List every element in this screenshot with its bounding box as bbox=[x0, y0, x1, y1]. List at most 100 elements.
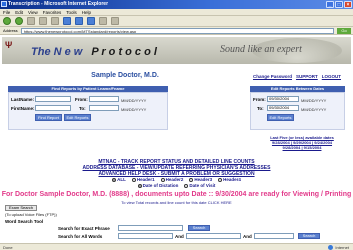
minimize-button[interactable]: _ bbox=[326, 1, 334, 8]
ready-message: For Doctor Sample Doctor, M.D. (8888) , … bbox=[1, 191, 352, 198]
window-title: Transcription - Microsoft Internet Explo… bbox=[8, 1, 109, 7]
radio-date-dictation-label: Date of Dictation bbox=[142, 183, 179, 188]
close-button[interactable]: × bbox=[344, 1, 352, 8]
edit-from-label: From: bbox=[253, 97, 266, 102]
radio-header3-control[interactable] bbox=[189, 177, 194, 182]
last-five-dates-line2[interactable]: 9/28/2004 | 9/15/2004 bbox=[262, 145, 342, 150]
last-five-dates: Last Five (or less) available dates 9/28… bbox=[262, 135, 342, 150]
home-icon[interactable] bbox=[51, 17, 59, 25]
radio-header3-label: Header3 bbox=[194, 177, 213, 182]
site-logo: The N e w P r o t o c o l bbox=[28, 46, 160, 58]
menu-help[interactable]: Help bbox=[82, 9, 91, 15]
page-content: Ψ The N e w P r o t o c o l Sound like a… bbox=[0, 35, 353, 243]
radio-header4[interactable]: Header4 bbox=[218, 177, 241, 182]
lastname-input[interactable] bbox=[35, 96, 71, 102]
all-words-label: Search for All Words bbox=[58, 234, 103, 239]
radio-header1-control[interactable] bbox=[131, 177, 136, 182]
change-password-link[interactable]: Change Password bbox=[253, 74, 292, 79]
radio-header4-control[interactable] bbox=[218, 177, 223, 182]
find-edit-reports-button[interactable]: Edit Reports bbox=[64, 114, 91, 121]
radio-header2-label: Header2 bbox=[165, 177, 184, 182]
and-label-2: And bbox=[243, 234, 252, 239]
header-filter-radios: ALL Header1 Header2 Header3 Header4 bbox=[0, 177, 353, 182]
radio-header2[interactable]: Header2 bbox=[160, 177, 184, 182]
favorites-icon[interactable] bbox=[75, 17, 83, 25]
radio-date-dictation[interactable]: Date of Dictation bbox=[137, 183, 179, 188]
site-banner: Ψ The N e w P r o t o c o l Sound like a… bbox=[2, 37, 351, 64]
go-button[interactable]: Go bbox=[337, 27, 351, 34]
firstname-label: FirstName: bbox=[11, 106, 35, 111]
ie-app-icon bbox=[1, 1, 7, 7]
window-titlebar: Transcription - Microsoft Internet Explo… bbox=[0, 0, 353, 9]
all-words-input-3[interactable] bbox=[254, 233, 294, 239]
menu-bar: File Edit View Favorites Tools Help bbox=[0, 9, 353, 16]
search-icon[interactable] bbox=[63, 17, 71, 25]
date-type-radios: Date of Dictation Date of Visit bbox=[0, 183, 353, 188]
forward-icon[interactable] bbox=[15, 17, 23, 25]
radio-date-visit[interactable]: Date of Visit bbox=[184, 183, 215, 188]
stop-icon[interactable] bbox=[27, 17, 35, 25]
radio-header1-label: Header1 bbox=[136, 177, 155, 182]
protocol-logo-icon: Ψ bbox=[5, 40, 13, 50]
banner-tagline: Sound like an expert bbox=[220, 44, 302, 55]
menu-tools[interactable]: Tools bbox=[66, 9, 77, 15]
account-links: Change Password SUPPORT LOGOUT bbox=[253, 74, 341, 79]
print-icon[interactable] bbox=[111, 17, 119, 25]
radio-date-visit-label: Date of Visit bbox=[189, 183, 216, 188]
radio-all-control[interactable] bbox=[112, 177, 117, 182]
status-bar: Done Internet bbox=[0, 243, 353, 250]
menu-view[interactable]: View bbox=[28, 9, 38, 15]
exact-phrase-label: Search for Exact Phrase bbox=[58, 226, 110, 231]
radio-header4-label: Header4 bbox=[223, 177, 241, 182]
find-panel: LastName: From: MM/DD/YYYY FirstName: To… bbox=[8, 92, 168, 130]
exact-phrase-input[interactable] bbox=[118, 225, 183, 231]
internet-zone-icon bbox=[328, 245, 334, 250]
address-bar: Address https://www.thenewprotocol.com/M… bbox=[0, 27, 353, 35]
status-text: Done bbox=[3, 244, 13, 250]
radio-all[interactable]: ALL bbox=[112, 177, 126, 182]
all-words-search-button[interactable]: Search bbox=[298, 233, 320, 239]
radio-header3[interactable]: Header3 bbox=[189, 177, 212, 182]
edit-reports-button[interactable]: Edit Reports bbox=[267, 114, 294, 121]
history-icon[interactable] bbox=[87, 17, 95, 25]
address-input[interactable]: https://www.thenewprotocol.com/MTSstanda… bbox=[20, 27, 334, 34]
edit-from-date-input[interactable]: 09/30/2004 bbox=[267, 96, 299, 102]
browser-toolbar bbox=[0, 16, 353, 27]
zone-label: Internet bbox=[335, 245, 349, 250]
address-label: Address bbox=[3, 28, 18, 33]
menu-favorites[interactable]: Favorites bbox=[43, 9, 62, 15]
radio-header2-control[interactable] bbox=[160, 177, 165, 182]
radio-date-visit-control[interactable] bbox=[184, 183, 189, 188]
find-to-date-input[interactable] bbox=[89, 105, 119, 111]
all-words-input-1[interactable] bbox=[118, 233, 173, 239]
refresh-icon[interactable] bbox=[39, 17, 47, 25]
exact-phrase-search-button[interactable]: Search bbox=[188, 225, 210, 231]
menu-edit[interactable]: Edit bbox=[15, 9, 23, 15]
all-words-input-2[interactable] bbox=[186, 233, 241, 239]
edit-from-hint: MM/DD/YYYY bbox=[301, 98, 327, 103]
find-to-hint: MM/DD/YYYY bbox=[121, 107, 147, 112]
edit-to-hint: MM/DD/YYYY bbox=[301, 107, 327, 112]
mail-icon[interactable] bbox=[99, 17, 107, 25]
radio-date-dictation-control[interactable] bbox=[137, 183, 142, 188]
security-zone: Internet bbox=[328, 245, 349, 250]
find-from-date-input[interactable] bbox=[89, 96, 119, 102]
menu-file[interactable]: File bbox=[3, 9, 10, 15]
to-label: To: bbox=[79, 106, 86, 111]
edit-to-date-input[interactable]: 09/30/2004 bbox=[267, 105, 299, 111]
exam-search-note: (To upload Voice Files (FTP)) bbox=[5, 212, 57, 217]
logout-link[interactable]: LOGOUT bbox=[322, 74, 341, 79]
lastname-label: LastName: bbox=[11, 97, 35, 102]
click-here-link[interactable]: To view Total records and line count for… bbox=[0, 200, 353, 205]
exam-search-button[interactable]: Exam Search bbox=[5, 205, 37, 211]
back-icon[interactable] bbox=[3, 17, 11, 25]
find-report-button[interactable]: Find Report bbox=[35, 114, 62, 121]
radio-header1[interactable]: Header1 bbox=[131, 177, 155, 182]
edit-to-label: To: bbox=[257, 106, 264, 111]
logo-word-new: The N e w bbox=[31, 46, 83, 58]
support-link[interactable]: SUPPORT bbox=[296, 74, 318, 79]
radio-all-label: ALL bbox=[117, 177, 126, 182]
firstname-input[interactable] bbox=[35, 105, 71, 111]
doctor-name-title: Sample Doctor, M.D. bbox=[91, 72, 159, 79]
maximize-button[interactable]: □ bbox=[335, 1, 343, 8]
